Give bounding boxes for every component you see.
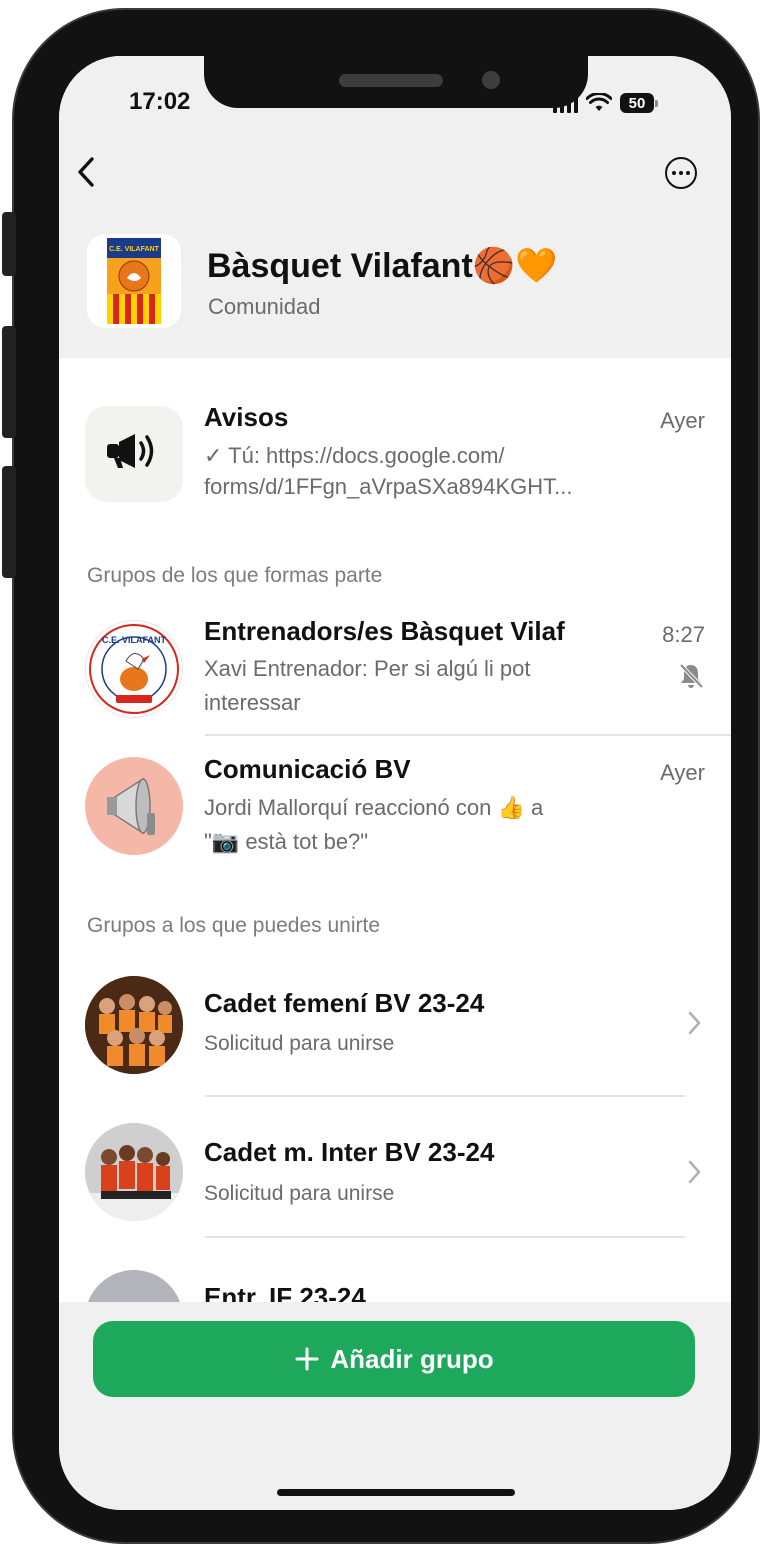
- group-time: Ayer: [660, 760, 705, 785]
- group-name: Cadet femení BV 23-24: [204, 988, 485, 1018]
- list-divider: [205, 1236, 685, 1238]
- add-group-button[interactable]: Añadir grupo: [93, 1321, 695, 1397]
- group-avatar: [85, 757, 183, 855]
- announcements-preview-line1: ✓ Tú: https://docs.google.com/: [204, 443, 505, 468]
- screen: 17:02 50 C.E. VILAFANT Bàsquet Vilafant🏀…: [59, 56, 731, 1510]
- group-avatar: [85, 976, 183, 1074]
- front-camera: [482, 71, 500, 89]
- status-time: 17:02: [129, 88, 191, 115]
- speaker: [339, 74, 443, 87]
- back-chevron-icon[interactable]: [71, 152, 101, 192]
- group-name: Cadet m. Inter BV 23-24: [204, 1137, 495, 1167]
- joinable-groups-section-label: Grupos a los que puedes unirte: [87, 914, 381, 937]
- muted-bell-icon: [679, 663, 704, 689]
- list-divider: [205, 1095, 685, 1097]
- group-preview-line2: interessar: [204, 690, 301, 715]
- member-groups-section-label: Grupos de los que formas parte: [87, 564, 383, 587]
- plus-icon: [295, 1347, 319, 1371]
- megaphone-icon: [107, 434, 154, 468]
- group-name: Comunicació BV: [204, 754, 411, 784]
- group-preview-line2: "📷 està tot be?": [204, 829, 369, 854]
- svg-text:C.E. VILAFANT: C.E. VILAFANT: [102, 635, 167, 645]
- group-subtitle: Solicitud para unirse: [204, 1032, 395, 1055]
- volume-up-button: [2, 326, 16, 438]
- group-avatar: C.E. VILAFANT: [85, 620, 183, 718]
- mute-switch: [2, 212, 16, 276]
- wifi-icon: [586, 93, 612, 111]
- list-divider: [205, 734, 731, 736]
- announcements-title: Avisos: [204, 402, 289, 432]
- community-type: Comunidad: [208, 294, 321, 319]
- chevron-right-icon: [688, 1011, 701, 1035]
- group-avatar: [85, 1123, 183, 1221]
- notch: [204, 56, 588, 108]
- volume-down-button: [2, 466, 16, 578]
- community-name: Bàsquet Vilafant🏀🧡: [207, 247, 558, 285]
- chevron-right-icon: [688, 1160, 701, 1184]
- megaphone-icon: [107, 777, 155, 835]
- group-name: Entrenadors/es Bàsquet Vilaf: [204, 616, 565, 646]
- more-options-icon[interactable]: [665, 157, 697, 189]
- add-group-label: Añadir grupo: [330, 1343, 494, 1374]
- group-time: 8:27: [662, 622, 705, 647]
- announcements-avatar: [85, 406, 183, 502]
- announcements-preview-line2: forms/d/1FFgn_aVrpaSXa894KGHT...: [204, 474, 573, 499]
- group-preview-line1: Jordi Mallorquí reaccionó con 👍 a: [204, 795, 544, 820]
- group-subtitle: Solicitud para unirse: [204, 1182, 395, 1205]
- community-logo: C.E. VILAFANT: [87, 234, 181, 328]
- svg-text:C.E. VILAFANT: C.E. VILAFANT: [109, 246, 160, 253]
- announcements-time: Ayer: [660, 408, 705, 433]
- home-indicator[interactable]: [277, 1489, 515, 1496]
- group-preview-line1: Xavi Entrenador: Per si algú li pot: [204, 656, 531, 681]
- battery-icon: 50: [620, 93, 658, 113]
